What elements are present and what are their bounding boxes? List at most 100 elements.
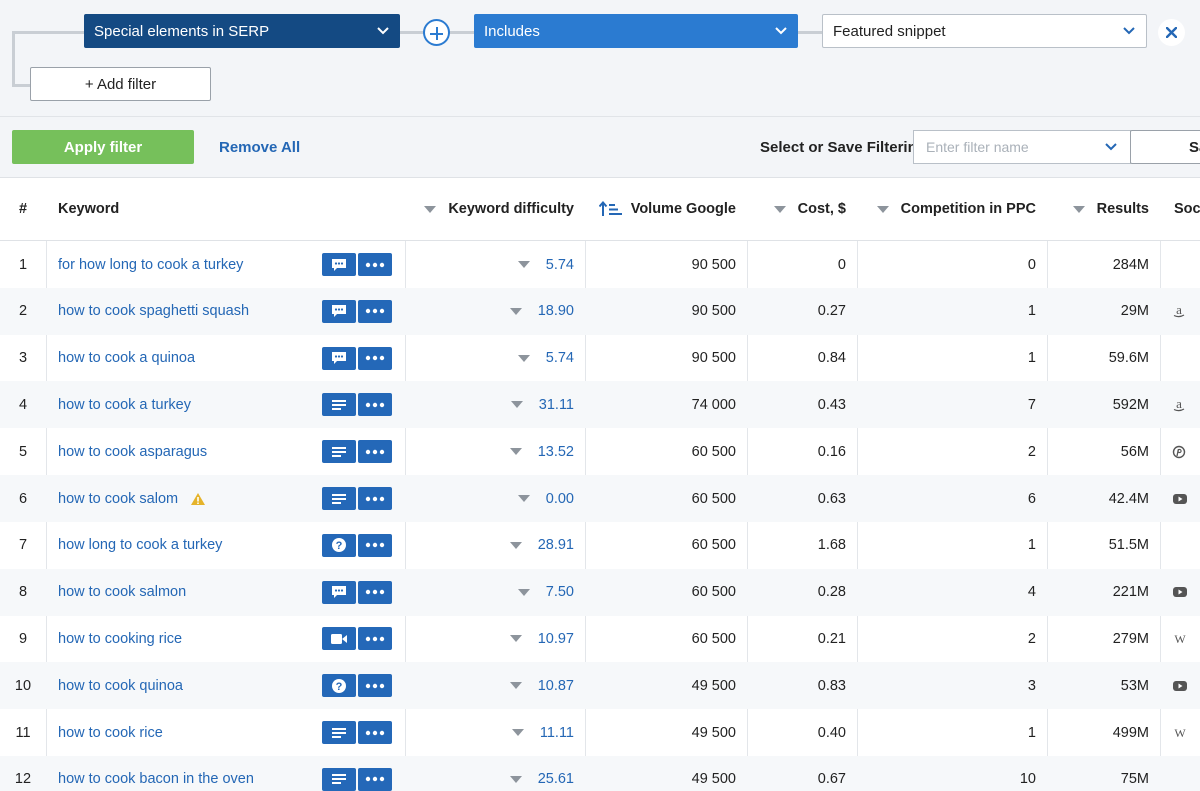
filter-value-dropdown[interactable]: Featured snippet — [822, 14, 1147, 48]
header-volume[interactable]: Volume Google — [586, 178, 736, 240]
more-icon[interactable] — [358, 487, 392, 510]
keyword-link[interactable]: how to cook spaghetti squash — [58, 303, 249, 319]
keyword-link[interactable]: how to cook salom — [58, 491, 178, 507]
filter-field-dropdown[interactable]: Special elements in SERP — [84, 14, 400, 48]
chat-icon[interactable] — [322, 253, 356, 276]
difficulty-value[interactable]: 5.74 — [546, 350, 574, 366]
header-results[interactable]: Results — [1048, 178, 1149, 240]
keyword-link[interactable]: how to cook rice — [58, 725, 163, 741]
expand-icon[interactable] — [509, 682, 522, 690]
keyword-link[interactable]: how to cook quinoa — [58, 678, 183, 694]
header-keyword[interactable]: Keyword — [58, 178, 318, 240]
more-icon[interactable] — [358, 440, 392, 464]
more-icon[interactable] — [358, 253, 392, 276]
remove-all-link[interactable]: Remove All — [219, 139, 300, 156]
table-row[interactable]: 1 for how long to cook a turkey 5.74 90 500… — [0, 241, 1200, 288]
chat-icon[interactable] — [322, 346, 356, 370]
table-row[interactable]: 2 how to cook spaghetti squash 18.90 90 500… — [0, 287, 1200, 335]
amazon-icon[interactable]: a — [1172, 398, 1186, 412]
filter-name-combobox[interactable] — [913, 130, 1131, 164]
table-row[interactable]: 10 how to cook quinoa? 10.87 49 500 0.83 3 53M — [0, 662, 1200, 710]
difficulty-value[interactable]: 28.91 — [538, 537, 574, 553]
difficulty-value[interactable]: 18.90 — [538, 303, 574, 319]
more-icon[interactable] — [358, 393, 392, 417]
difficulty-value[interactable]: 25.61 — [538, 771, 574, 787]
difficulty-value[interactable]: 11.11 — [540, 725, 574, 741]
more-icon[interactable] — [358, 721, 392, 744]
expand-icon[interactable] — [509, 307, 522, 315]
expand-icon[interactable] — [509, 448, 522, 456]
difficulty-value[interactable]: 10.87 — [538, 678, 574, 694]
keyword-link[interactable]: how to cook bacon in the oven — [58, 771, 254, 787]
expand-icon[interactable] — [509, 635, 522, 643]
expand-icon[interactable] — [517, 588, 530, 596]
youtube-icon[interactable] — [1172, 586, 1188, 598]
table-row[interactable]: 5 how to cook asparagus 13.52 60 500 0.16 2 56… — [0, 428, 1200, 475]
keyword-link[interactable]: how to cook asparagus — [58, 444, 207, 460]
wikipedia-icon[interactable]: W — [1172, 633, 1188, 645]
apply-filter-button[interactable]: Apply filter — [12, 130, 194, 164]
table-row[interactable]: 3 how to cook a quinoa 5.74 90 500 0.84 1 59.6… — [0, 335, 1200, 382]
table-row[interactable]: 9 how to cooking rice 10.97 60 500 0.21 2 279M… — [0, 615, 1200, 662]
pinterest-icon[interactable] — [1172, 445, 1186, 459]
expand-icon[interactable] — [517, 354, 530, 362]
more-icon[interactable] — [358, 674, 392, 698]
remove-filter-button[interactable] — [1158, 19, 1185, 46]
list-icon[interactable] — [322, 393, 356, 417]
list-icon[interactable] — [322, 440, 356, 464]
video-icon[interactable] — [322, 627, 356, 651]
table-row[interactable]: 12 how to cook bacon in the oven 25.61 49 5… — [0, 755, 1200, 791]
filter-name-input[interactable] — [926, 139, 1086, 155]
header-cost[interactable]: Cost, $ — [748, 178, 846, 240]
difficulty-cell: 18.90 — [406, 288, 574, 335]
more-icon[interactable] — [358, 299, 392, 323]
header-competition[interactable]: Competition in PPC — [858, 178, 1036, 240]
table-row[interactable]: 6 how to cook salom 0.00 60 500 0.63 6 42.4M — [0, 475, 1200, 522]
table-row[interactable]: 7 how long to cook a turkey? 28.91 60 500 1.… — [0, 522, 1200, 569]
header-social[interactable]: Soci — [1162, 178, 1200, 240]
keyword-link[interactable]: for how long to cook a turkey — [58, 257, 243, 273]
more-icon[interactable] — [358, 580, 392, 604]
youtube-icon[interactable] — [1172, 493, 1188, 505]
difficulty-value[interactable]: 0.00 — [546, 491, 574, 507]
list-icon[interactable] — [322, 767, 356, 791]
keyword-link[interactable]: how to cook a quinoa — [58, 350, 195, 366]
chat-icon[interactable] — [322, 299, 356, 323]
difficulty-value[interactable]: 5.74 — [546, 257, 574, 273]
keyword-link[interactable]: how to cooking rice — [58, 631, 182, 647]
keyword-link[interactable]: how to cook a turkey — [58, 397, 191, 413]
difficulty-value[interactable]: 31.11 — [539, 397, 574, 413]
difficulty-value[interactable]: 7.50 — [546, 584, 574, 600]
chevron-down-icon[interactable] — [1104, 140, 1118, 154]
add-condition-icon[interactable] — [423, 19, 450, 46]
expand-icon[interactable] — [511, 729, 524, 736]
keyword-link[interactable]: how to cook salmon — [58, 584, 186, 600]
youtube-icon[interactable] — [1172, 680, 1188, 692]
list-icon[interactable] — [322, 721, 356, 744]
keyword-link[interactable]: how long to cook a turkey — [58, 537, 222, 553]
question-icon[interactable]: ? — [322, 674, 356, 698]
question-icon[interactable]: ? — [322, 533, 356, 557]
expand-icon[interactable] — [509, 775, 522, 783]
more-icon[interactable] — [358, 627, 392, 651]
more-icon[interactable] — [358, 533, 392, 557]
table-row[interactable]: 4 how to cook a turkey 31.11 74 000 0.43 7 592… — [0, 381, 1200, 429]
filter-operator-dropdown[interactable]: Includes — [474, 14, 798, 48]
table-row[interactable]: 8 how to cook salmon 7.50 60 500 0.28 4 221M — [0, 568, 1200, 616]
wikipedia-icon[interactable]: W — [1172, 727, 1188, 739]
difficulty-value[interactable]: 13.52 — [538, 444, 574, 460]
more-icon[interactable] — [358, 767, 392, 791]
add-filter-button[interactable]: + Add filter — [30, 67, 211, 101]
table-row[interactable]: 11 how to cook rice 11.11 49 500 0.40 1 499M W — [0, 709, 1200, 756]
expand-icon[interactable] — [510, 401, 523, 409]
expand-icon[interactable] — [509, 541, 522, 549]
chat-icon[interactable] — [322, 580, 356, 604]
more-icon[interactable] — [358, 346, 392, 370]
expand-icon[interactable] — [517, 261, 530, 268]
list-icon[interactable] — [322, 487, 356, 510]
expand-icon[interactable] — [517, 495, 530, 502]
save-filter-button[interactable]: Sa — [1130, 130, 1200, 164]
amazon-icon[interactable]: a — [1172, 304, 1186, 318]
difficulty-value[interactable]: 10.97 — [538, 631, 574, 647]
header-difficulty[interactable]: Keyword difficulty — [406, 178, 574, 240]
